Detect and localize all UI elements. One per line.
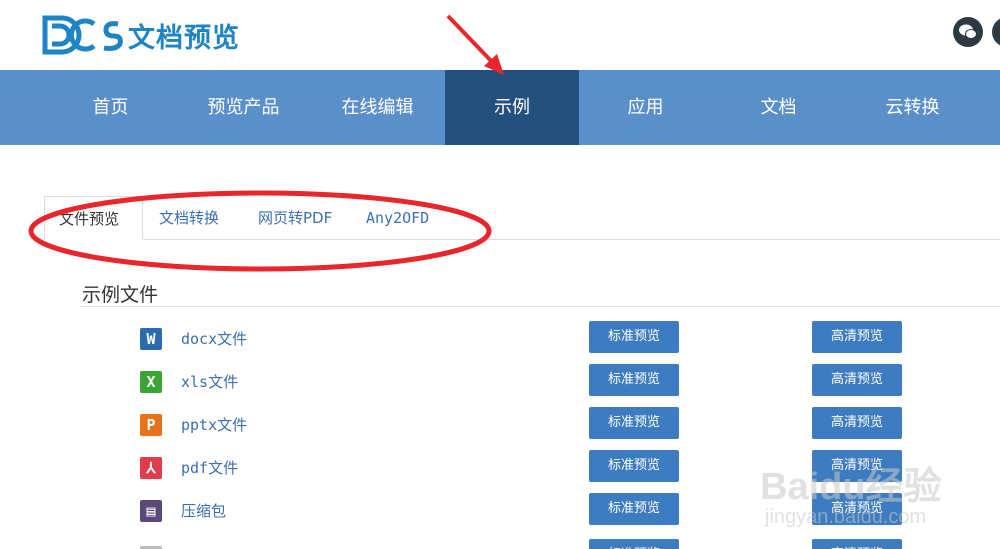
file-name-link[interactable]: pptx文件	[181, 414, 247, 435]
nav-item-docs[interactable]: 文档	[712, 70, 845, 145]
word-icon: W	[140, 328, 162, 350]
hd-preview-button[interactable]: 高清预览	[812, 321, 902, 353]
hd-preview-button[interactable]: 高清预览	[812, 407, 902, 439]
powerpoint-icon: P	[140, 414, 162, 436]
standard-preview-button[interactable]: 标准预览	[589, 493, 679, 525]
tab-file-preview[interactable]: 文件预览	[44, 196, 143, 240]
brand-name[interactable]: 文档预览	[128, 16, 240, 55]
section-title: 示例文件	[82, 284, 159, 306]
tab-web-to-pdf[interactable]: 网页转PDF	[244, 196, 346, 240]
dcs-logo-icon[interactable]	[42, 14, 124, 56]
archive-icon: ▤	[140, 500, 162, 522]
watermark-url: jingyan.baidu.com	[765, 506, 927, 528]
share-icon[interactable]	[992, 17, 1000, 47]
standard-preview-button[interactable]: 标准预览	[589, 539, 679, 549]
standard-preview-button[interactable]: 标准预览	[589, 364, 679, 396]
header: 文档预览	[0, 0, 1000, 70]
nav-item-home[interactable]: 首页	[44, 70, 177, 145]
file-row: 加密文档(密码:123456)标准预览高清预览	[0, 539, 1000, 549]
tab-any2ofd[interactable]: Any2OFD	[352, 196, 443, 240]
hd-preview-button[interactable]: 高清预览	[812, 364, 902, 396]
standard-preview-button[interactable]: 标准预览	[589, 321, 679, 353]
hd-preview-button[interactable]: 高清预览	[812, 539, 902, 549]
watermark-logo: Baidu经验	[760, 466, 942, 508]
file-name-link[interactable]: 压缩包	[181, 500, 226, 521]
file-row: Ppptx文件 标准预览 高清预览	[0, 407, 1000, 443]
file-row: Xxls文件 标准预览 高清预览	[0, 364, 1000, 400]
main-nav: 首页 预览产品 在线编辑 示例 应用 文档 云转换	[0, 70, 1000, 145]
file-row: Wdocx文件 标准预览 高清预览	[0, 321, 1000, 357]
nav-item-online-edit[interactable]: 在线编辑	[310, 70, 445, 145]
section-divider	[80, 306, 1000, 307]
excel-icon: X	[140, 371, 162, 393]
pdf-icon: ⅄	[140, 457, 162, 479]
file-name-link[interactable]: pdf文件	[181, 457, 238, 478]
standard-preview-button[interactable]: 标准预览	[589, 407, 679, 439]
file-name-link[interactable]: docx文件	[181, 328, 247, 349]
standard-preview-button[interactable]: 标准预览	[589, 450, 679, 482]
nav-item-preview-products[interactable]: 预览产品	[177, 70, 310, 145]
nav-item-cloud-convert[interactable]: 云转换	[845, 70, 980, 145]
tab-doc-convert[interactable]: 文档转换	[145, 196, 233, 240]
wechat-icon[interactable]	[953, 17, 983, 47]
nav-item-apps[interactable]: 应用	[579, 70, 712, 145]
file-name-link[interactable]: xls文件	[181, 371, 238, 392]
nav-item-examples[interactable]: 示例	[445, 70, 579, 145]
